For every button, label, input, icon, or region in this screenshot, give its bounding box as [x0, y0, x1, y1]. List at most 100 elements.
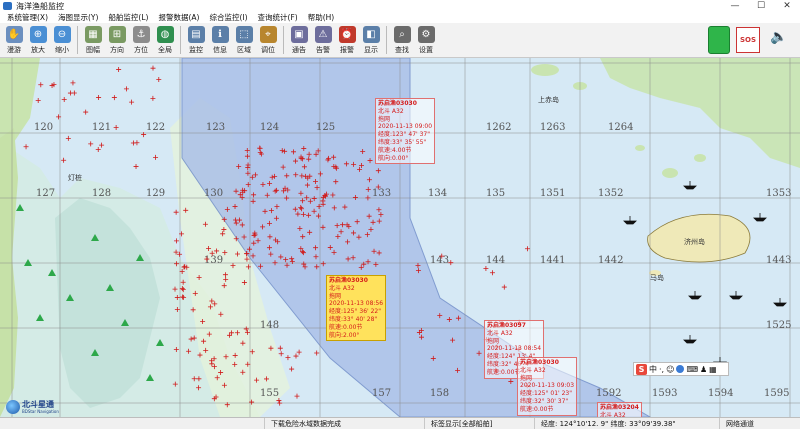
vessel-marker[interactable]	[285, 355, 291, 361]
menu-ship-monitor[interactable]: 船舶监控(L)	[103, 12, 153, 23]
vessel-marker[interactable]	[111, 95, 117, 101]
vessel-marker[interactable]	[173, 209, 179, 215]
ship-popup[interactable]: 苏启渔03030 北斗 A32 拖网 2020-11-13 09:00 经度:123° …	[375, 98, 436, 165]
vessel-marker[interactable]	[83, 109, 89, 115]
toolbar-button-13[interactable]: ⚠ 告警	[312, 24, 335, 57]
vessel-marker[interactable]	[289, 366, 295, 372]
vessel-marker[interactable]	[88, 141, 94, 147]
vessel-marker[interactable]	[35, 98, 41, 104]
sos-button[interactable]: SOS	[736, 27, 760, 53]
toolbar-button-4[interactable]: ▦ 图幅	[82, 24, 105, 57]
ime-toolbar[interactable]: S 中 ·, ☺ ⌨ ♟ ▦	[633, 362, 729, 376]
vessel-marker[interactable]	[23, 144, 29, 150]
ship-icon[interactable]	[688, 291, 702, 300]
toolbar-button-label: 报警	[340, 45, 354, 54]
toolbar-button-label: 漫游	[7, 45, 21, 54]
vessel-marker[interactable]	[113, 124, 119, 130]
vessel-marker[interactable]	[133, 163, 139, 169]
vessel-marker[interactable]	[67, 90, 73, 96]
ship-icon[interactable]	[753, 213, 767, 222]
vessel-marker[interactable]	[277, 345, 283, 351]
vessel-marker[interactable]	[61, 157, 67, 163]
ship-icon[interactable]	[729, 291, 743, 300]
menu-query-stats[interactable]: 查询统计(F)	[253, 12, 303, 23]
grid-menu-icon[interactable]: ▦	[709, 365, 717, 374]
minimize-button[interactable]: —	[722, 0, 748, 12]
toolbar-button-8[interactable]: ▤ 监控	[185, 24, 208, 57]
ship-icon[interactable]	[683, 335, 697, 344]
menu-alarm-data[interactable]: 报警数据(A)	[153, 12, 204, 23]
vessel-marker[interactable]	[95, 146, 101, 152]
vessel-marker[interactable]	[99, 142, 105, 148]
vessel-marker[interactable]	[65, 135, 71, 141]
vessel-marker[interactable]	[129, 99, 135, 105]
vessel-marker[interactable]	[116, 66, 122, 72]
toolbar-button-10[interactable]: ⬚ 区域	[233, 24, 256, 57]
vessel-marker[interactable]	[96, 95, 102, 101]
toolbar-button-2[interactable]: ⊕ 放大	[27, 24, 50, 57]
grid-cell-label: 1353	[766, 188, 791, 199]
vessel-marker[interactable]	[173, 238, 179, 244]
toolbar-button-16[interactable]: ⌕ 查找	[391, 24, 414, 57]
maximize-button[interactable]: ☐	[748, 0, 774, 12]
sogou-icon[interactable]: S	[636, 363, 647, 375]
grid-cell-label: 124	[260, 122, 279, 133]
toolbar-button-label: 缩小	[55, 45, 69, 54]
menu-integrated-monitor[interactable]: 综合监控(I)	[204, 12, 252, 23]
menu-help[interactable]: 帮助(H)	[303, 12, 340, 23]
vessel-marker[interactable]	[294, 393, 300, 399]
ime-mode-icon[interactable]: 中	[649, 364, 657, 375]
pan-hand-icon: ✋	[5, 25, 23, 43]
popup-line: 经度:123° 47' 37"	[378, 131, 430, 139]
vessel-marker[interactable]	[293, 353, 299, 359]
toolbar-button-label: 通告	[292, 45, 306, 54]
punctuation-icon[interactable]: ·,	[659, 365, 664, 374]
toolbar-button-6[interactable]: ⚓ 方位	[130, 24, 153, 57]
vessel-marker[interactable]	[61, 96, 67, 102]
ship-icon[interactable]	[773, 298, 787, 307]
vessel-marker[interactable]	[501, 284, 507, 290]
ship-icon[interactable]	[683, 181, 697, 190]
ship-icon[interactable]	[623, 216, 637, 225]
toolbar-button-3[interactable]: ⊖ 缩小	[51, 24, 74, 57]
vessel-marker[interactable]	[156, 76, 162, 82]
toolbar-button-11[interactable]: ⌖ 调位	[257, 24, 280, 57]
chart-map[interactable]: 120 121 122 123 124 125 1262 1263 1264 127 128 129 1…	[0, 58, 800, 417]
ship-popup[interactable]: 苏启渔03030 北斗 A32 拖网 2020-11-13 09:03 经度:125° …	[517, 357, 578, 416]
vessel-marker[interactable]	[150, 95, 156, 101]
vessel-marker[interactable]	[134, 140, 140, 146]
toolbar-button-7[interactable]: ◍ 全局	[154, 24, 177, 57]
vessel-marker[interactable]	[38, 82, 44, 88]
ship-popup[interactable]: 苏启渔03204 北斗 A32	[597, 402, 642, 417]
toolbar-button-15[interactable]: ◧ 显示	[360, 24, 383, 57]
toolbar-button-17[interactable]: ⚙ 设置	[415, 24, 438, 57]
voice-icon[interactable]	[676, 365, 685, 373]
vessel-marker[interactable]	[296, 349, 302, 355]
vessel-marker[interactable]	[489, 270, 495, 276]
shirt-icon[interactable]: ♟	[700, 365, 707, 374]
ship-popup-selected[interactable]: 苏启渔03030 北斗 A32 拖网 2020-11-13 08:56 经度:125° …	[326, 275, 387, 342]
vessel-marker[interactable]	[524, 246, 530, 252]
menu-chart-display[interactable]: 海图显示(Y)	[53, 12, 103, 23]
vessel-marker[interactable]	[483, 265, 489, 271]
toolbar-button-1[interactable]: ✋ 漫游	[3, 24, 26, 57]
close-button[interactable]: ✕	[774, 0, 800, 12]
vessel-marker[interactable]	[277, 400, 283, 406]
speaker-icon[interactable]: 🔈	[766, 29, 792, 51]
emoji-icon[interactable]: ☺	[666, 365, 674, 374]
toolbar-button-label: 设置	[419, 45, 433, 54]
vessel-marker[interactable]	[123, 86, 129, 92]
vessel-marker[interactable]	[150, 65, 156, 71]
vessel-marker[interactable]	[278, 351, 284, 357]
vessel-marker[interactable]	[56, 114, 62, 120]
toolbar-button-9[interactable]: ℹ 信息	[209, 24, 232, 57]
gps-status-button[interactable]	[708, 26, 730, 54]
vessel-marker[interactable]	[70, 80, 76, 86]
toolbar-button-12[interactable]: ▣ 通告	[288, 24, 311, 57]
vessel-marker[interactable]	[314, 350, 320, 356]
keyboard-icon[interactable]: ⌨	[686, 365, 698, 374]
vessel-marker[interactable]	[153, 154, 159, 160]
menu-system[interactable]: 系统管理(X)	[2, 12, 53, 23]
toolbar-button-5[interactable]: ⊞ 方向	[106, 24, 129, 57]
toolbar-button-14[interactable]: ⏰ 报警	[336, 24, 359, 57]
